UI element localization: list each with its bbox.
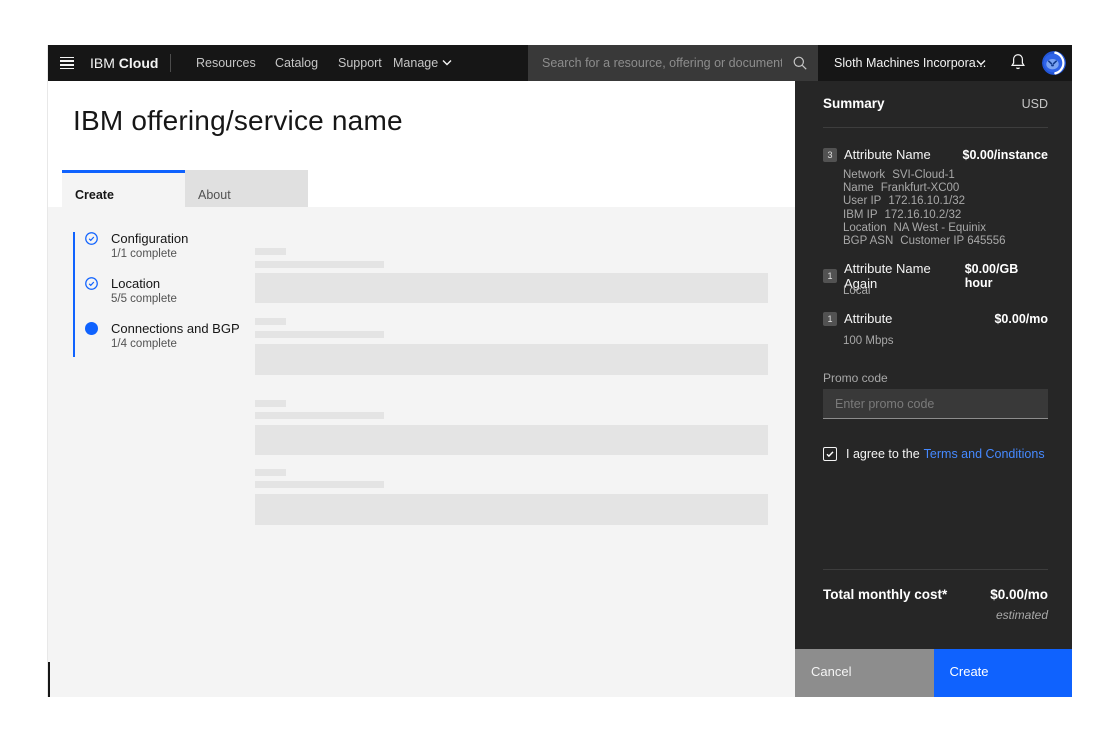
- total-estimated-note: estimated: [823, 608, 1048, 622]
- progress-step-configuration[interactable]: Configuration 1/1 complete: [85, 231, 285, 261]
- nav-item-resources[interactable]: Resources: [196, 45, 256, 81]
- step-label: Configuration: [111, 231, 285, 246]
- progress-indicator-line: [73, 232, 75, 357]
- summary-item: 1 Attribute $0.00/mo: [823, 311, 1048, 326]
- divider: [823, 569, 1048, 570]
- terms-agreement-row[interactable]: I agree to the Terms and Conditions: [823, 447, 1045, 461]
- avatar[interactable]: [1042, 51, 1066, 75]
- summary-title: Summary: [823, 96, 885, 111]
- chevron-down-icon[interactable]: [442, 59, 452, 66]
- nav-item-support[interactable]: Support: [338, 45, 382, 81]
- action-buttons: Cancel Create: [795, 649, 1072, 697]
- account-switcher[interactable]: Sloth Machines Incorpora...: [834, 45, 986, 81]
- nav-item-manage[interactable]: Manage: [393, 45, 438, 81]
- sloth-avatar-image: [1042, 51, 1066, 75]
- search-icon[interactable]: [792, 55, 808, 71]
- step-complete-icon: [85, 232, 98, 245]
- promo-code-input[interactable]: [823, 389, 1048, 419]
- currency-label: USD: [1022, 97, 1048, 111]
- divider: [823, 127, 1048, 128]
- nav-divider: [170, 54, 171, 72]
- skeleton-text: [255, 412, 384, 419]
- tab-about[interactable]: About: [185, 170, 308, 207]
- top-navigation-bar: IBM Cloud Resources Catalog Support Mana…: [48, 45, 1072, 81]
- chevron-down-icon[interactable]: [976, 59, 986, 66]
- item-label: Attribute Name: [844, 147, 931, 162]
- promo-code-label: Promo code: [823, 371, 888, 385]
- left-edge-marker: [48, 662, 50, 697]
- step-complete-icon: [85, 277, 98, 290]
- hamburger-icon: [60, 57, 74, 59]
- item-price: $0.00/instance: [963, 148, 1048, 162]
- ibm-cloud-logo[interactable]: IBM Cloud: [90, 45, 158, 81]
- search-input[interactable]: [528, 45, 818, 81]
- skeleton-text: [255, 261, 384, 268]
- header-search: [528, 45, 818, 81]
- step-current-icon: [85, 322, 98, 335]
- summary-item: 3 Attribute Name $0.00/instance: [823, 147, 1048, 162]
- checkbox-checked-icon[interactable]: [823, 447, 837, 461]
- tab-bar: Create About: [62, 170, 308, 207]
- total-row: Total monthly cost* $0.00/mo: [823, 587, 1048, 602]
- skeleton-label: [255, 318, 286, 325]
- order-summary-panel: Summary USD 3 Attribute Name $0.00/insta…: [795, 81, 1072, 697]
- skeleton-field: [255, 273, 768, 303]
- main-content: IBM offering/service name Create About C…: [48, 81, 795, 697]
- cancel-button[interactable]: Cancel: [795, 649, 934, 697]
- total-value: $0.00/mo: [990, 587, 1048, 602]
- terms-and-conditions-link[interactable]: Terms and Conditions: [924, 447, 1045, 461]
- item-label: Attribute: [844, 311, 892, 326]
- item-note: Local: [843, 285, 871, 297]
- summary-header: Summary USD: [823, 96, 1048, 111]
- terms-text: I agree to the: [846, 447, 920, 461]
- item-price: $0.00/mo: [994, 312, 1048, 326]
- skeleton-label: [255, 248, 286, 255]
- item-note: 100 Mbps: [843, 335, 894, 347]
- notifications-button[interactable]: [1008, 53, 1028, 73]
- notification-bell-icon: [1009, 53, 1027, 71]
- skeleton-field: [255, 494, 768, 525]
- create-button[interactable]: Create: [934, 649, 1073, 697]
- skeleton-field: [255, 425, 768, 455]
- skeleton-text: [255, 481, 384, 488]
- item-price: $0.00/GB hour: [965, 262, 1048, 290]
- skeleton-field: [255, 344, 768, 375]
- item-details: NetworkSVI-Cloud-1 NameFrankfurt-XC00 Us…: [843, 169, 1006, 248]
- quantity-badge: 1: [823, 312, 837, 326]
- app-window: IBM Cloud Resources Catalog Support Mana…: [48, 45, 1072, 697]
- quantity-badge: 3: [823, 148, 837, 162]
- page-title: IBM offering/service name: [73, 105, 403, 137]
- menu-toggle-button[interactable]: [60, 55, 76, 71]
- total-label: Total monthly cost*: [823, 587, 947, 602]
- nav-item-catalog[interactable]: Catalog: [275, 45, 318, 81]
- quantity-badge: 1: [823, 269, 837, 283]
- skeleton-label: [255, 400, 286, 407]
- skeleton-text: [255, 331, 384, 338]
- tab-create[interactable]: Create: [62, 170, 185, 207]
- skeleton-label: [255, 469, 286, 476]
- page-canvas: IBM Cloud Resources Catalog Support Mana…: [0, 0, 1120, 744]
